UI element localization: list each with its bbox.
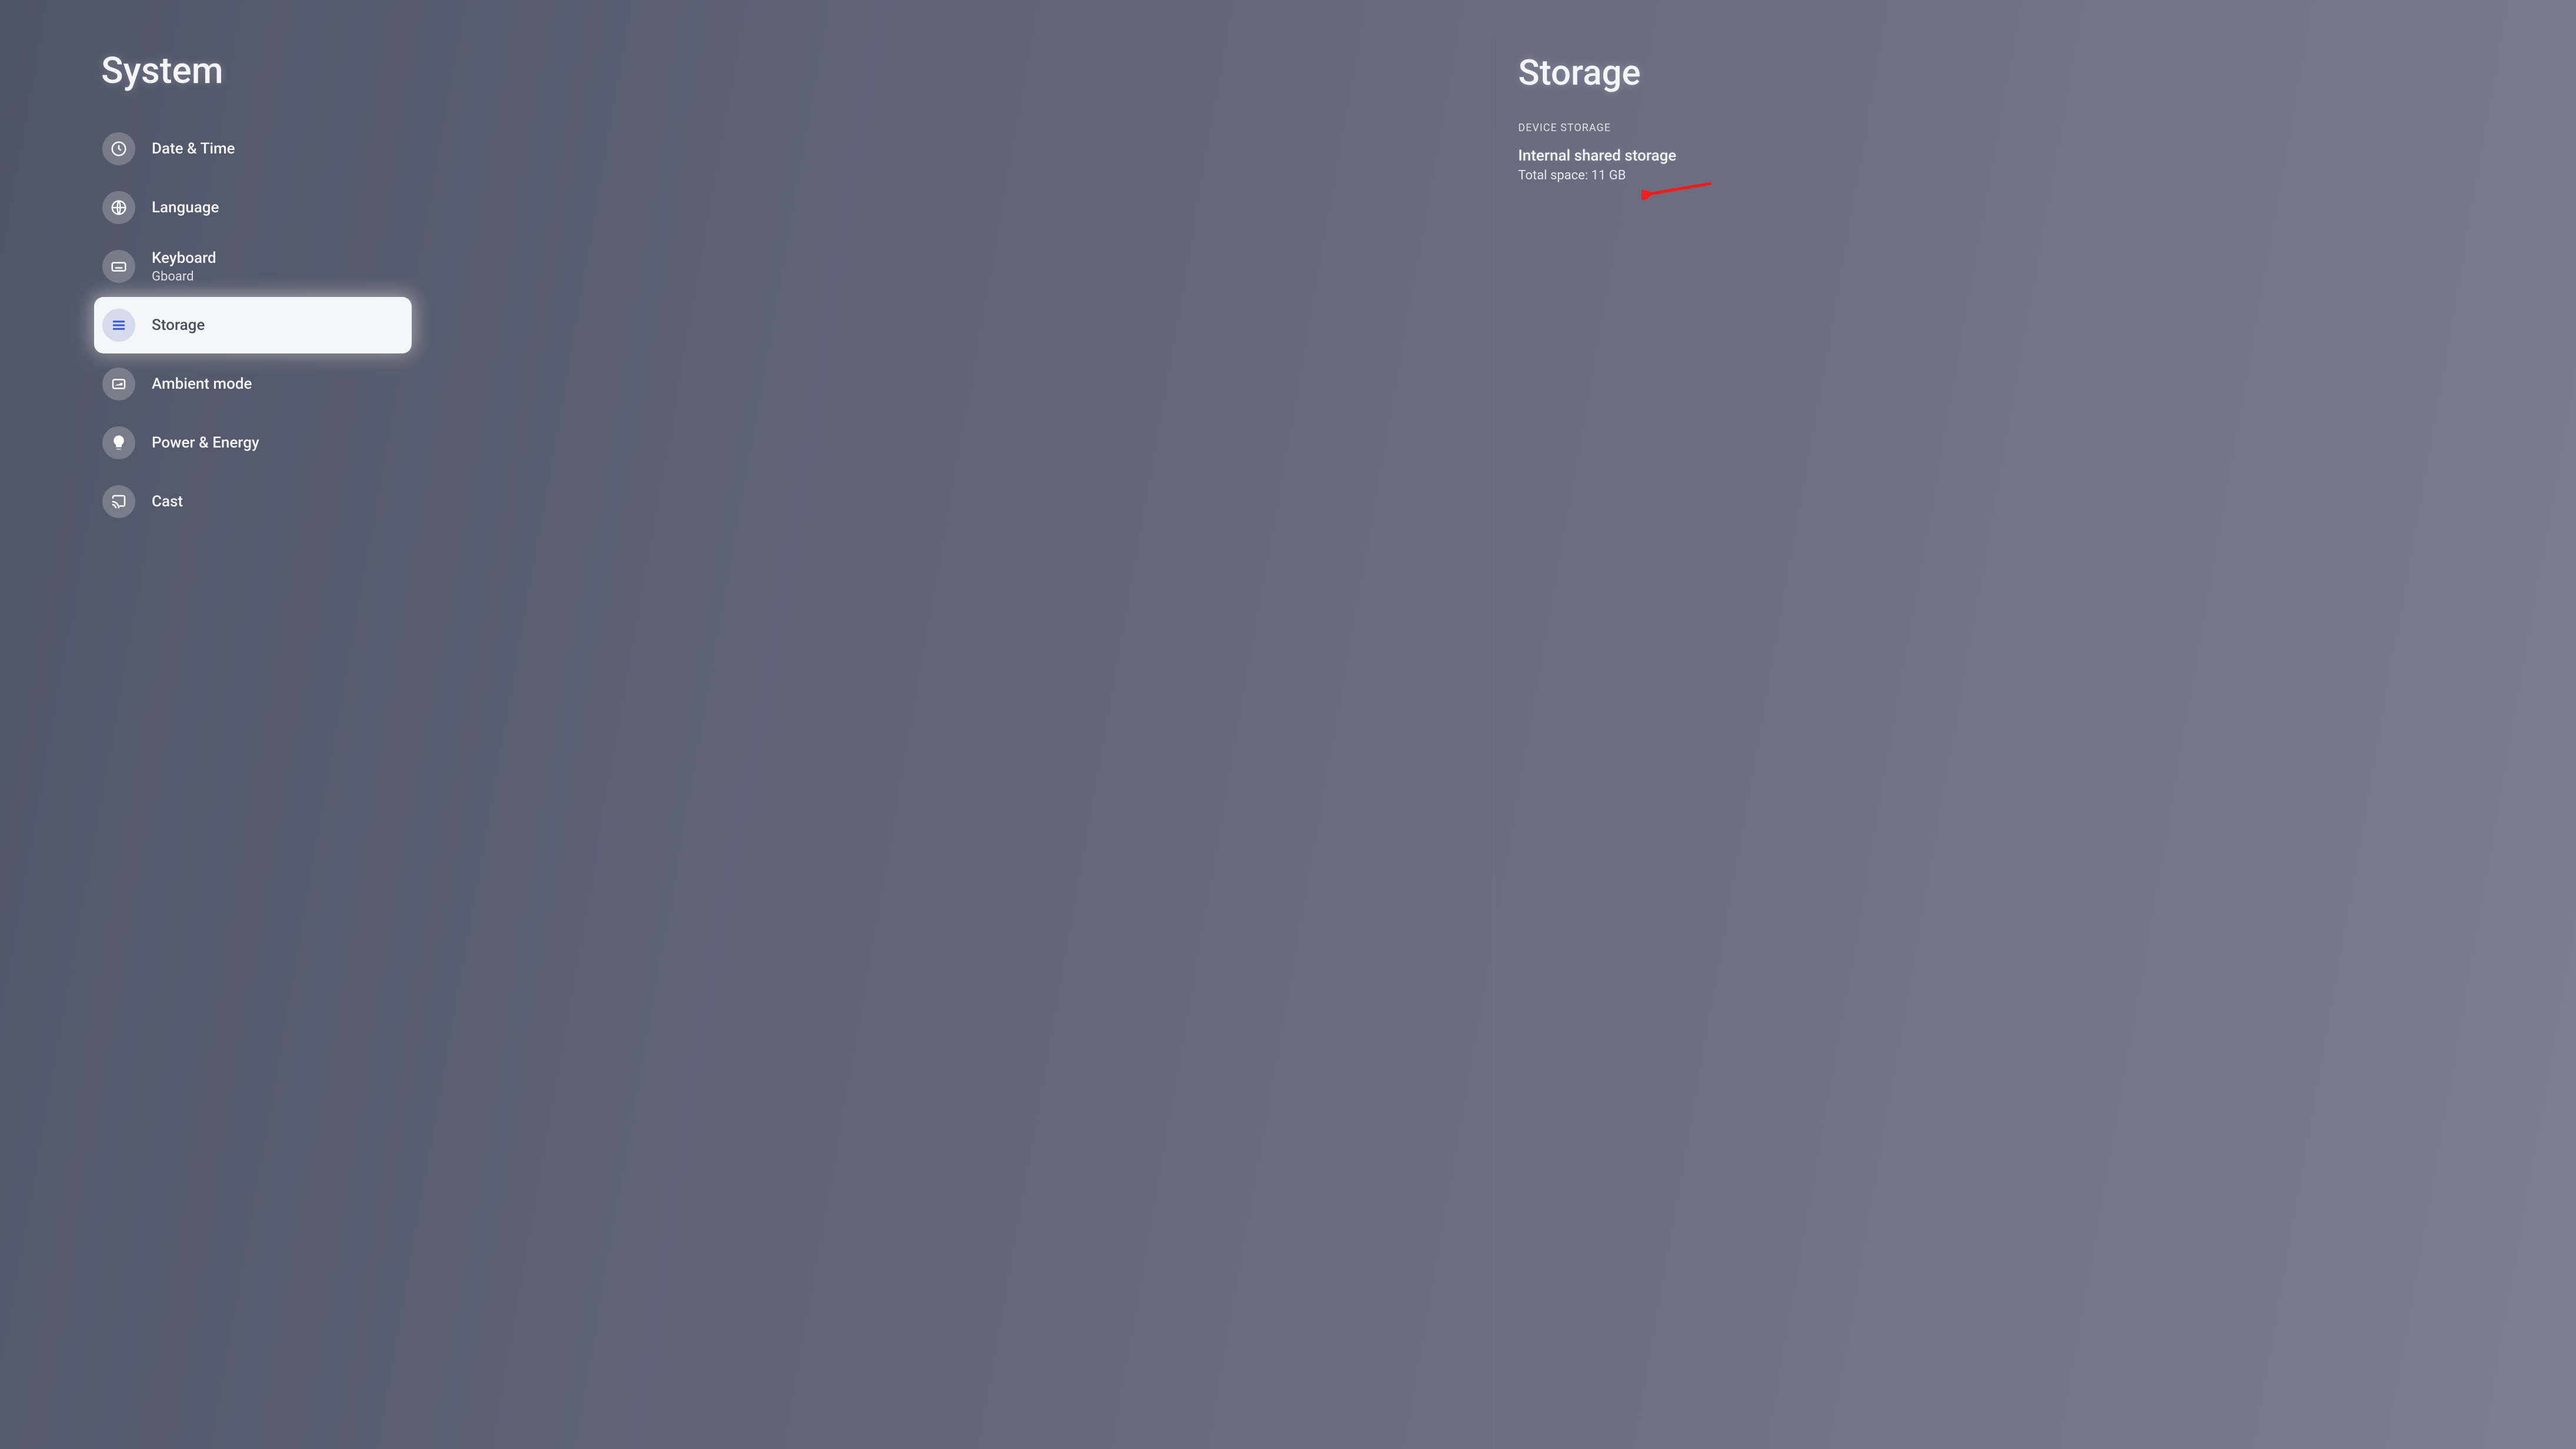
menu-item-storage[interactable]: Storage (94, 297, 412, 353)
menu-item-ambient-mode[interactable]: Ambient mode (94, 356, 412, 412)
menu-item-cast[interactable]: Cast (94, 473, 412, 530)
menu-item-language[interactable]: Language (94, 179, 412, 236)
page-title-storage: Storage (1518, 52, 2576, 94)
detail-subtitle: Total space: 11 GB (1518, 168, 2576, 183)
clock-icon (102, 132, 135, 165)
menu-sublabel: Gboard (152, 269, 216, 284)
menu-label: Ambient mode (152, 375, 252, 393)
settings-screen: System Date & Time Language (0, 0, 2576, 1449)
detail-internal-storage[interactable]: Internal shared storage Total space: 11 … (1518, 147, 2576, 183)
cast-icon (102, 485, 135, 518)
page-title-system: System (101, 49, 1494, 92)
storage-icon (102, 309, 135, 342)
ambient-icon (102, 368, 135, 400)
menu-label: Storage (152, 316, 205, 334)
menu-item-power-energy[interactable]: Power & Energy (94, 415, 412, 471)
right-pane: Storage DEVICE STORAGE Internal shared s… (1494, 35, 2576, 1449)
menu-item-keyboard[interactable]: Keyboard Gboard (94, 238, 412, 295)
power-icon (102, 426, 135, 459)
keyboard-icon (102, 250, 135, 283)
menu-label: Keyboard (152, 249, 216, 267)
menu-label: Language (152, 199, 219, 216)
menu-label: Power & Energy (152, 434, 259, 452)
left-pane: System Date & Time Language (0, 35, 1494, 1449)
menu-label: Cast (152, 493, 183, 510)
menu-item-date-time[interactable]: Date & Time (94, 121, 412, 177)
section-header-device-storage: DEVICE STORAGE (1518, 122, 2576, 134)
system-menu: Date & Time Language Keyboard Gboard (94, 121, 1494, 532)
detail-title: Internal shared storage (1518, 147, 2576, 165)
menu-label: Date & Time (152, 140, 235, 158)
globe-icon (102, 191, 135, 224)
